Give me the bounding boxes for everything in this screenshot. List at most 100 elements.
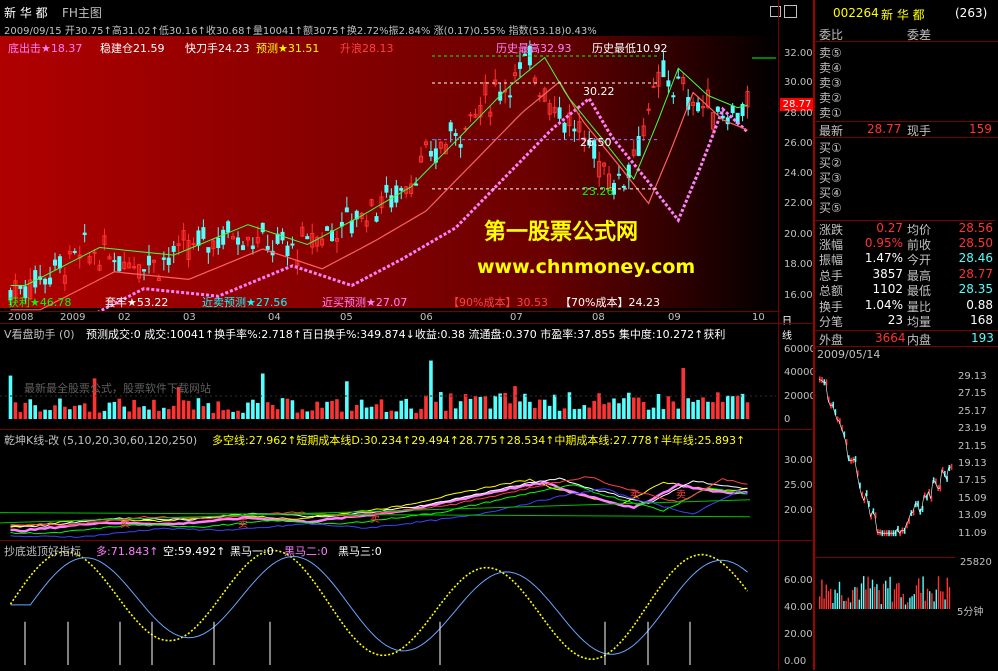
minute-vol-bar bbox=[821, 579, 823, 609]
ma-label-5: 升浪28.13 bbox=[340, 42, 394, 55]
minute-vol-bar bbox=[882, 583, 885, 609]
volume-bar bbox=[107, 402, 112, 419]
minute-vol-bar bbox=[896, 583, 898, 609]
month-10: 10 bbox=[752, 312, 765, 323]
volume-bar bbox=[602, 404, 606, 419]
month-08: 08 bbox=[592, 312, 605, 323]
candle-body bbox=[676, 76, 681, 79]
volume-bar bbox=[419, 408, 423, 419]
stat-row: 总额 1102 最低 28.35 bbox=[815, 282, 995, 298]
volume-bar bbox=[646, 409, 651, 419]
candle-body bbox=[166, 257, 171, 266]
minute-vol-bar bbox=[929, 591, 931, 609]
volume-bar bbox=[300, 409, 305, 419]
volume-bar bbox=[597, 393, 601, 419]
volume-bar bbox=[448, 393, 453, 419]
minute-vol-bar bbox=[893, 589, 896, 609]
candle-body bbox=[572, 128, 577, 132]
volume-bar bbox=[345, 381, 349, 419]
candle-body bbox=[616, 173, 621, 176]
volume-bar bbox=[740, 393, 745, 419]
stat-value: 1102 bbox=[872, 282, 903, 296]
volume-bar bbox=[162, 407, 166, 419]
minute-vol-bar bbox=[871, 579, 874, 609]
candle-body bbox=[666, 80, 671, 87]
volume-bar bbox=[77, 405, 82, 419]
candle-body bbox=[290, 243, 295, 246]
volume-bar bbox=[458, 401, 463, 419]
volume-bar bbox=[97, 412, 102, 419]
mark-26-50: 26.50 bbox=[580, 136, 612, 149]
outer-inner-row: 外盘 3664 内盘 193 bbox=[815, 330, 998, 347]
candle-body bbox=[112, 260, 117, 263]
restore-icon[interactable] bbox=[770, 6, 781, 17]
volume-bar bbox=[68, 409, 72, 419]
oscillator-panel[interactable]: 抄底逃顶好指标 多:71.843↑ 空:59.492↑ 黑马一:0 黑马二:0 … bbox=[0, 540, 813, 671]
candle-body bbox=[52, 259, 57, 266]
volume-bar bbox=[696, 399, 700, 419]
candle-body bbox=[146, 255, 151, 266]
stat-row: 振幅 1.47% 今开 28.46 bbox=[815, 251, 995, 267]
candle-body bbox=[285, 245, 290, 257]
mark-30-22: 30.22 bbox=[583, 85, 615, 98]
stat-value-2: 28.77 bbox=[958, 266, 993, 281]
volume-bar bbox=[48, 410, 52, 419]
month-07: 07 bbox=[510, 312, 523, 323]
candle-body bbox=[621, 185, 626, 188]
minute-vol-bar bbox=[915, 585, 918, 609]
qiankun-panel[interactable]: 乾坤K线-改 (5,10,20,30,60,120,250) 多空线:27.96… bbox=[0, 429, 813, 541]
window-controls[interactable] bbox=[770, 5, 800, 19]
price-axis-28: 28.00 bbox=[784, 108, 813, 119]
minute-line bbox=[818, 379, 951, 534]
buy-level-row: 买⑤ bbox=[815, 199, 995, 215]
volume-panel[interactable]: V看盘助手 (0) 预测成交:0 成交:10041↑换手率%:2.718↑百日换… bbox=[0, 323, 816, 430]
volume-bar bbox=[53, 405, 57, 419]
volume-bar bbox=[369, 406, 374, 419]
volume-bar bbox=[364, 407, 369, 419]
outer-value: 3664 bbox=[875, 331, 906, 345]
minute-axis-tick: 15.09 bbox=[958, 492, 987, 504]
price-axis-18: 18.00 bbox=[784, 259, 813, 270]
sell-level-row: 卖① bbox=[815, 104, 995, 120]
osc-slow-line bbox=[10, 555, 748, 655]
maximize-icon[interactable] bbox=[784, 5, 797, 18]
chart-title[interactable]: FH主图 bbox=[62, 4, 102, 21]
candle-body bbox=[191, 243, 196, 246]
minute-vol-bar bbox=[876, 584, 878, 609]
volume-bar bbox=[483, 396, 488, 419]
volume-bar bbox=[359, 399, 364, 419]
volume-bar bbox=[409, 408, 413, 419]
volume-bar bbox=[206, 403, 211, 419]
volume-bar bbox=[547, 405, 552, 419]
volume-bar bbox=[537, 399, 542, 419]
buy-level-label: 买⑤ bbox=[819, 201, 842, 215]
candle-body bbox=[661, 60, 666, 78]
candle-body bbox=[43, 278, 48, 285]
volume-bar bbox=[587, 407, 592, 419]
volume-bar bbox=[394, 411, 399, 419]
minute-vol-bar bbox=[944, 599, 946, 609]
minute-vol-bar bbox=[856, 587, 858, 609]
volume-bar bbox=[58, 398, 62, 419]
vol-axis-0: 0 bbox=[784, 414, 791, 425]
candle-body bbox=[48, 277, 53, 285]
volume-bar bbox=[612, 398, 616, 419]
minute-vol-bar bbox=[836, 593, 838, 609]
minute-vol-bar bbox=[823, 598, 825, 609]
stat-value-2: 28.46 bbox=[958, 251, 993, 265]
minute-vol-bar bbox=[834, 589, 836, 609]
volume-bar bbox=[681, 368, 686, 419]
volume-bar bbox=[87, 411, 92, 419]
price-axis-20: 20.00 bbox=[784, 229, 813, 240]
stat-label: 振幅 bbox=[819, 253, 844, 267]
volume-bar bbox=[122, 406, 127, 419]
minute-chart[interactable]: 2009/05/14 29.13 27.15 25.17 23.19 21.15 19.1… bbox=[815, 346, 998, 671]
volume-bar bbox=[325, 401, 329, 419]
weicha-label: 委差 bbox=[907, 28, 932, 42]
minute-vol-bar bbox=[852, 590, 854, 609]
volume-bar bbox=[513, 386, 517, 419]
stat-value-2: 168 bbox=[970, 313, 993, 327]
volume-bar bbox=[285, 398, 290, 419]
volume-bar bbox=[23, 402, 28, 419]
main-chart-panel[interactable]: 新 华 都 FH主图 2009/09/15 开30.75↑高31.02↑低30.… bbox=[0, 0, 814, 312]
